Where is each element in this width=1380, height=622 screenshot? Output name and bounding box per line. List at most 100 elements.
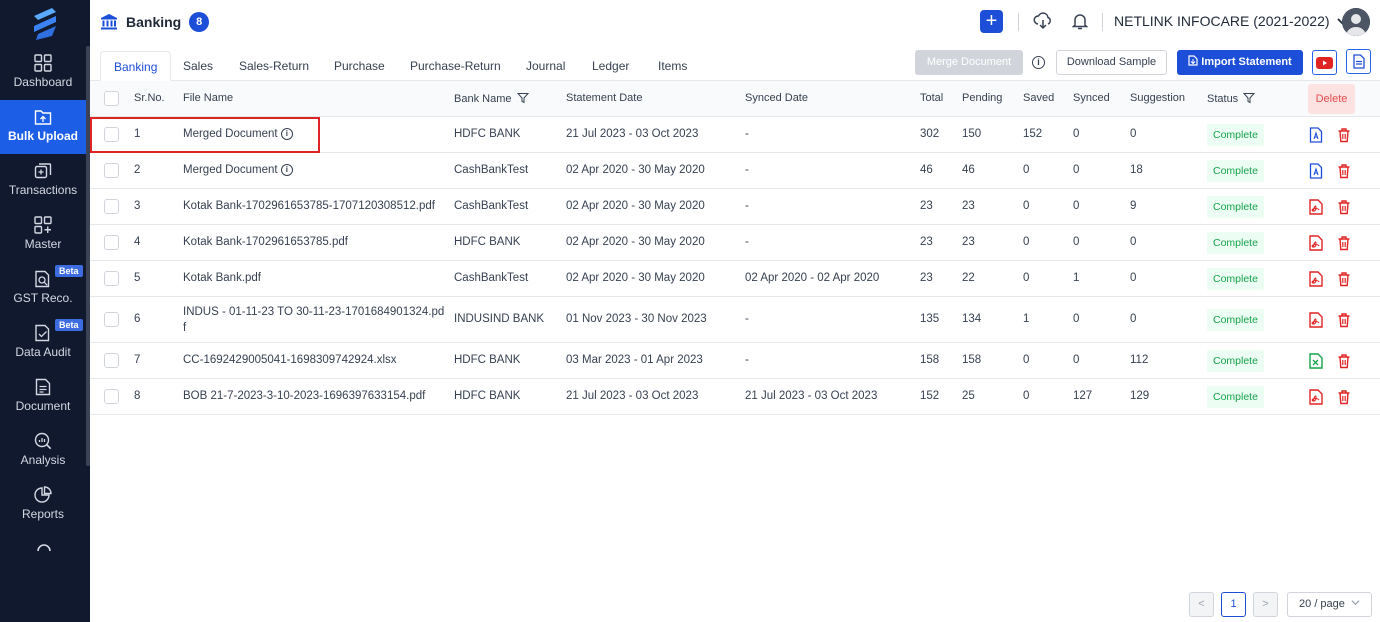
tab-sales-return[interactable]: Sales-Return [226,51,322,81]
sidebar-item-gst-reco[interactable]: GST Reco. Beta [0,262,86,316]
top-bar: Banking 8 + NETLINK INFOCARE (2021-2022) [90,0,1380,44]
tab-items[interactable]: Items [645,51,700,81]
row-checkbox[interactable] [104,127,119,142]
synced-count: 0 [1073,200,1080,212]
status-badge: Complete [1207,386,1264,408]
document-file-icon[interactable] [1308,163,1324,179]
sidebar-item-data-audit[interactable]: Data Audit Beta [0,316,86,370]
sr-no: 8 [134,390,141,402]
row-checkbox[interactable] [104,389,119,404]
row-checkbox[interactable] [104,353,119,368]
col-suggestion: Suggestion [1130,92,1186,104]
sidebar-item-master[interactable]: Master [0,208,86,262]
main-content: Banking Sales Sales-Return Purchase Purchase… [90,44,1380,622]
row-checkbox[interactable] [104,235,119,250]
sidebar-item-transactions[interactable]: Transactions [0,154,86,208]
tab-banking[interactable]: Banking [100,51,172,81]
bell-icon[interactable] [1070,11,1090,31]
trash-icon[interactable] [1336,389,1352,405]
filter-icon[interactable] [516,92,529,104]
filter-icon[interactable] [1243,92,1256,104]
document-guide-button[interactable] [1346,49,1371,74]
youtube-button[interactable] [1312,50,1337,75]
info-icon[interactable]: i [280,128,293,140]
settings-icon[interactable] [36,540,52,552]
company-selector[interactable]: NETLINK INFOCARE (2021-2022) [1114,13,1348,29]
delete-button[interactable]: Delete [1308,84,1355,114]
saved-count: 0 [1023,272,1030,284]
info-icon[interactable]: i [280,164,293,176]
pdf-file-icon[interactable] [1308,199,1324,215]
trash-icon[interactable] [1336,163,1352,179]
avatar[interactable] [1342,8,1370,36]
page-size-select[interactable]: 20 / page [1287,592,1372,617]
suggestion-count: 0 [1130,272,1137,284]
pending-count: 22 [962,272,975,284]
total-count: 158 [920,354,940,366]
import-statement-button[interactable]: Import Statement [1177,50,1303,75]
sidebar-item-analysis[interactable]: Analysis [0,424,86,478]
trash-icon[interactable] [1336,271,1352,287]
row-checkbox[interactable] [104,271,119,286]
pdf-file-icon[interactable] [1308,271,1324,287]
tab-sales[interactable]: Sales [170,51,226,81]
saved-count: 0 [1023,354,1030,366]
pending-count: 150 [962,128,982,140]
tab-ledger[interactable]: Ledger [579,51,642,81]
pdf-file-icon[interactable] [1308,235,1324,251]
row-checkbox[interactable] [104,199,119,214]
synced-date: - [745,200,749,212]
table-row[interactable]: 4 Kotak Bank-1702961653785.pdf HDFC BANK 02… [90,225,1380,261]
table-row[interactable]: 6 INDUS - 01-11-23 TO 30-11-23-1701684901… [90,297,1380,343]
table-row[interactable]: 7 CC-1692429005041-1698309742924.xlsx HDFC… [90,343,1380,379]
download-sample-button[interactable]: Download Sample [1056,50,1167,75]
pdf-file-icon[interactable] [1308,389,1324,405]
sidebar-item-dashboard[interactable]: Dashboard [0,46,86,100]
trash-icon[interactable] [1336,353,1352,369]
suggestion-count: 112 [1130,354,1149,366]
pdf-file-icon[interactable] [1308,312,1324,328]
chevron-down-icon [1351,600,1360,606]
col-synced: Synced [1073,92,1110,104]
sidebar-item-reports[interactable]: Reports [0,478,86,532]
table-row[interactable]: 2 Merged Document i CashBankTest 02 Apr 202… [90,153,1380,189]
sidebar-item-bulk-upload[interactable]: Bulk Upload [0,100,86,154]
trash-icon[interactable] [1336,312,1352,328]
table-row[interactable]: 1 Merged Document i HDFC BANK 21 Jul 2023 -… [90,117,1380,153]
select-all-checkbox[interactable] [104,91,119,106]
sidebar-item-label: Transactions [8,183,78,197]
merge-document-button[interactable]: Merge Document [915,50,1023,75]
trash-icon[interactable] [1336,127,1352,143]
add-button[interactable]: + [980,10,1003,33]
next-page-button[interactable]: > [1253,592,1278,617]
trash-icon[interactable] [1336,199,1352,215]
sidebar-item-document[interactable]: Document [0,370,86,424]
bank-name: CashBankTest [454,200,529,212]
row-checkbox[interactable] [104,163,119,178]
info-icon[interactable]: i [1032,56,1045,69]
tab-journal[interactable]: Journal [513,51,578,81]
excel-file-icon[interactable] [1308,353,1324,369]
sidebar-item-label: Data Audit [15,345,71,359]
table-row[interactable]: 3 Kotak Bank-1702961653785-1707120308512.… [90,189,1380,225]
document-file-icon[interactable] [1308,127,1324,143]
table-row[interactable]: 5 Kotak Bank.pdf CashBankTest 02 Apr 2020 -… [90,261,1380,297]
file-name-cell[interactable]: Merged Document i [183,128,293,140]
tab-purchase-return[interactable]: Purchase-Return [397,51,514,81]
cloud-download-icon[interactable] [1033,11,1053,31]
total-count: 23 [920,200,933,212]
row-checkbox[interactable] [104,312,119,327]
prev-page-button[interactable]: < [1189,592,1214,617]
file-name: Kotak Bank-1702961653785-1707120308512.p… [183,200,435,212]
file-name-cell[interactable]: Merged Document i [183,164,293,176]
page-1-button[interactable]: 1 [1221,592,1246,617]
total-count: 23 [920,272,933,284]
statement-date: 02 Apr 2020 - 30 May 2020 [566,164,705,176]
beta-badge: Beta [55,319,83,331]
table-row[interactable]: 8 BOB 21-7-2023-3-10-2023-1696397633154.p… [90,379,1380,415]
bank-name: INDUSIND BANK [454,313,545,325]
trash-icon[interactable] [1336,235,1352,251]
table-header: Sr.No. File Name Bank Name Statement Dat… [90,81,1380,117]
app-logo-icon[interactable] [30,6,60,40]
tab-purchase[interactable]: Purchase [321,51,398,81]
